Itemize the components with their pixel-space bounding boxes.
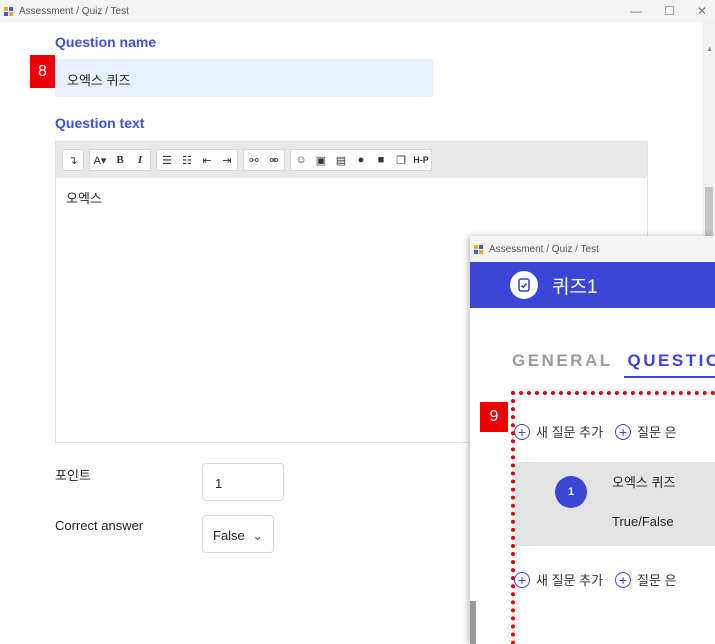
quiz-tabs: GENERAL QUESTIO [512, 351, 715, 371]
toolbar-undo-button[interactable]: ↴ [63, 150, 83, 170]
tab-questions[interactable]: QUESTIO [628, 351, 715, 370]
outdent-icon[interactable]: ⇤ [197, 150, 217, 170]
link-icon[interactable]: ⚯ [244, 150, 264, 170]
editor-content[interactable]: 오엑스 [56, 178, 647, 217]
quiz-title: 퀴즈1 [552, 276, 598, 298]
add-question-link[interactable]: 새 질문 추가 [536, 422, 603, 441]
question-card[interactable]: 1 오엑스 퀴즈 True/False [515, 462, 715, 546]
quiz-header: 퀴즈1 [470, 262, 715, 308]
add-question-link[interactable]: 새 질문 추가 [536, 570, 603, 589]
correct-answer-label: Correct answer [55, 518, 144, 533]
plus-circle-icon[interactable]: + [514, 423, 530, 440]
copy-icon[interactable]: ❐ [391, 150, 411, 170]
app-logo-icon [4, 6, 13, 16]
points-label: 포인트 [55, 468, 91, 483]
quiz-doc-icon [510, 271, 538, 299]
question-bank-link[interactable]: 질문 은 [637, 570, 677, 589]
quiz-overview-window: Assessment / Quiz / Test 퀴즈1 GENERAL QUE… [470, 236, 715, 644]
window-title: Assessment / Quiz / Test [19, 5, 129, 17]
question-bank-link[interactable]: 질문 은 [637, 422, 677, 441]
add-question-row-top: + 새 질문 추가 + 질문 은 [514, 422, 677, 441]
correct-answer-value: False [213, 528, 245, 543]
active-tab-indicator [624, 376, 715, 378]
microphone-icon[interactable]: ● [351, 150, 371, 170]
indent-icon[interactable]: ⇥ [217, 150, 237, 170]
h5p-button[interactable]: H-P [411, 150, 431, 170]
close-icon[interactable]: ✕ [697, 4, 707, 18]
window-titlebar: Assessment / Quiz / Test [470, 236, 715, 262]
font-size-button[interactable]: A▾ [90, 150, 110, 170]
plus-circle-icon[interactable]: + [615, 571, 632, 588]
window-title: Assessment / Quiz / Test [489, 243, 599, 255]
bullet-list-icon[interactable]: ☰ [157, 150, 177, 170]
video-icon[interactable]: ■ [371, 150, 391, 170]
maximize-icon[interactable]: ☐ [664, 4, 675, 18]
numbered-list-icon[interactable]: ☷ [177, 150, 197, 170]
step-badge-8: 8 [30, 55, 55, 88]
plus-circle-icon[interactable]: + [514, 571, 530, 588]
question-card-name: 오엑스 퀴즈 [612, 475, 676, 490]
plus-circle-icon[interactable]: + [615, 423, 632, 440]
media-icon[interactable]: ▤ [331, 150, 351, 170]
unlink-icon[interactable]: ⚮ [264, 150, 284, 170]
question-number-badge: 1 [555, 476, 587, 508]
question-name-label: Question name [55, 34, 157, 50]
minimize-icon[interactable]: — [630, 4, 642, 18]
question-text-label: Question text [55, 115, 145, 131]
left-edge-strip [470, 601, 476, 644]
chevron-down-icon: ⌄ [252, 528, 263, 543]
question-name-input[interactable]: 오엑스 퀴즈 [55, 59, 433, 97]
italic-button[interactable]: I [130, 150, 150, 170]
correct-answer-select[interactable]: False ⌄ [202, 515, 274, 553]
question-card-type: True/False [612, 514, 674, 529]
app-logo-icon [474, 244, 483, 254]
bold-button[interactable]: B [110, 150, 130, 170]
emoji-icon[interactable]: ☺ [291, 150, 311, 170]
step-badge-9: 9 [480, 402, 508, 432]
tab-general[interactable]: GENERAL [512, 351, 612, 370]
points-input[interactable]: 1 [202, 463, 284, 501]
editor-toolbar: ↴ A▾ B I ☰ ☷ ⇤ ⇥ ⚯ ⚮ ☺ ▣ ▤ ● ■ ❐ H-P [56, 142, 647, 178]
window-titlebar: Assessment / Quiz / Test — ☐ ✕ [0, 0, 715, 22]
add-question-row-bottom: + 새 질문 추가 + 질문 은 [514, 570, 677, 589]
image-icon[interactable]: ▣ [311, 150, 331, 170]
scroll-up-icon[interactable]: ▲ [706, 46, 713, 53]
